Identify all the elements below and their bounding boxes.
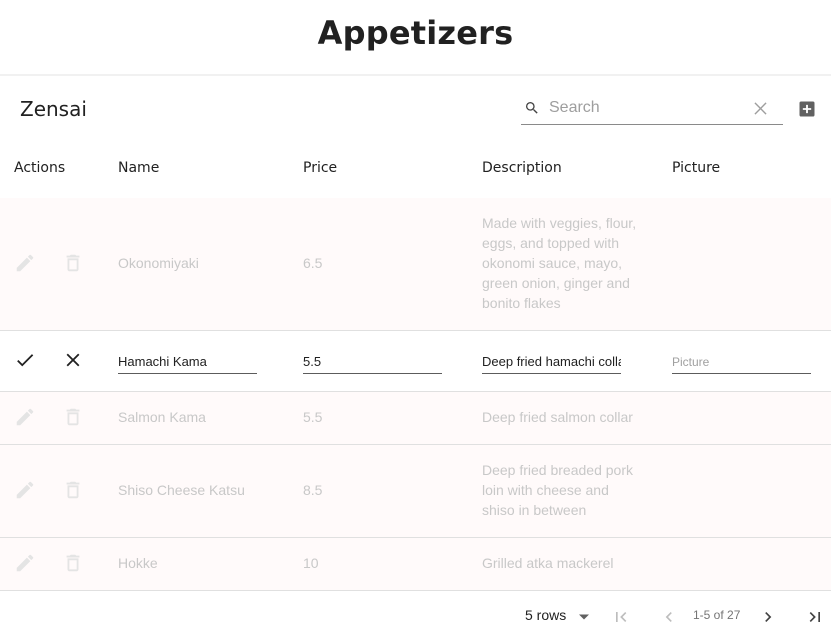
caret-down-icon[interactable] bbox=[578, 613, 590, 621]
page-title: Appetizers bbox=[317, 14, 514, 52]
cell-price: 8.5 bbox=[303, 482, 323, 498]
column-header-price[interactable]: Price bbox=[303, 160, 337, 176]
first-page-icon[interactable] bbox=[611, 607, 631, 627]
close-icon[interactable] bbox=[62, 349, 84, 371]
check-icon[interactable] bbox=[14, 349, 36, 371]
cell-price: 5.5 bbox=[303, 409, 323, 425]
trash-icon[interactable] bbox=[62, 406, 84, 428]
pencil-icon[interactable] bbox=[14, 479, 36, 501]
pagination-bar: 5 rows 1-5 of 27 bbox=[0, 591, 831, 641]
trash-icon[interactable] bbox=[62, 552, 84, 574]
table-header: Actions Name Price Description Picture bbox=[0, 146, 831, 199]
pencil-icon[interactable] bbox=[14, 406, 36, 428]
cell-price: 10 bbox=[303, 555, 319, 571]
description-edit-field[interactable] bbox=[482, 351, 621, 374]
rows-per-page-select[interactable]: 5 rows bbox=[525, 607, 566, 623]
table-row: Okonomiyaki 6.5 Made with veggies, flour… bbox=[0, 198, 831, 331]
last-page-icon[interactable] bbox=[805, 607, 825, 627]
pencil-icon[interactable] bbox=[14, 252, 36, 274]
pencil-icon[interactable] bbox=[14, 552, 36, 574]
title-divider bbox=[0, 74, 831, 76]
chevron-right-icon[interactable] bbox=[758, 607, 778, 627]
column-header-picture[interactable]: Picture bbox=[672, 160, 720, 176]
close-icon[interactable] bbox=[754, 102, 767, 115]
table-row: Shiso Cheese Katsu 8.5 Deep fried breade… bbox=[0, 445, 831, 538]
page-range: 1-5 of 27 bbox=[693, 608, 741, 622]
description-input[interactable] bbox=[482, 351, 621, 371]
picture-input[interactable] bbox=[672, 351, 811, 371]
column-header-actions: Actions bbox=[14, 160, 66, 176]
cell-description: Made with veggies, flour, eggs, and topp… bbox=[482, 215, 637, 311]
cell-name: Okonomiyaki bbox=[118, 255, 199, 271]
add-box-icon[interactable] bbox=[797, 99, 817, 119]
name-edit-field[interactable] bbox=[118, 351, 257, 374]
cell-description: Grilled atka mackerel bbox=[482, 555, 614, 571]
search-icon bbox=[526, 102, 538, 114]
trash-icon[interactable] bbox=[62, 479, 84, 501]
cell-description: Deep fried breaded pork loin with cheese… bbox=[482, 462, 633, 518]
name-input[interactable] bbox=[118, 351, 257, 371]
picture-edit-field[interactable] bbox=[672, 351, 811, 374]
column-header-description[interactable]: Description bbox=[482, 160, 562, 176]
cell-description: Deep fried salmon collar bbox=[482, 409, 633, 425]
chevron-left-icon[interactable] bbox=[659, 607, 679, 627]
search-input[interactable] bbox=[549, 96, 749, 120]
cell-name: Shiso Cheese Katsu bbox=[118, 482, 245, 498]
cell-name: Salmon Kama bbox=[118, 409, 206, 425]
search-field[interactable] bbox=[521, 92, 783, 125]
cell-name: Hokke bbox=[118, 555, 158, 571]
price-edit-field[interactable] bbox=[303, 351, 442, 374]
price-input[interactable] bbox=[303, 351, 442, 371]
cell-price: 6.5 bbox=[303, 255, 323, 271]
trash-icon[interactable] bbox=[62, 252, 84, 274]
column-header-name[interactable]: Name bbox=[118, 160, 159, 176]
table-row: Salmon Kama 5.5 Deep fried salmon collar bbox=[0, 392, 831, 445]
table-title: Zensai bbox=[20, 97, 87, 121]
table-row: Hokke 10 Grilled atka mackerel bbox=[0, 538, 831, 591]
table-row-editing bbox=[0, 331, 831, 392]
